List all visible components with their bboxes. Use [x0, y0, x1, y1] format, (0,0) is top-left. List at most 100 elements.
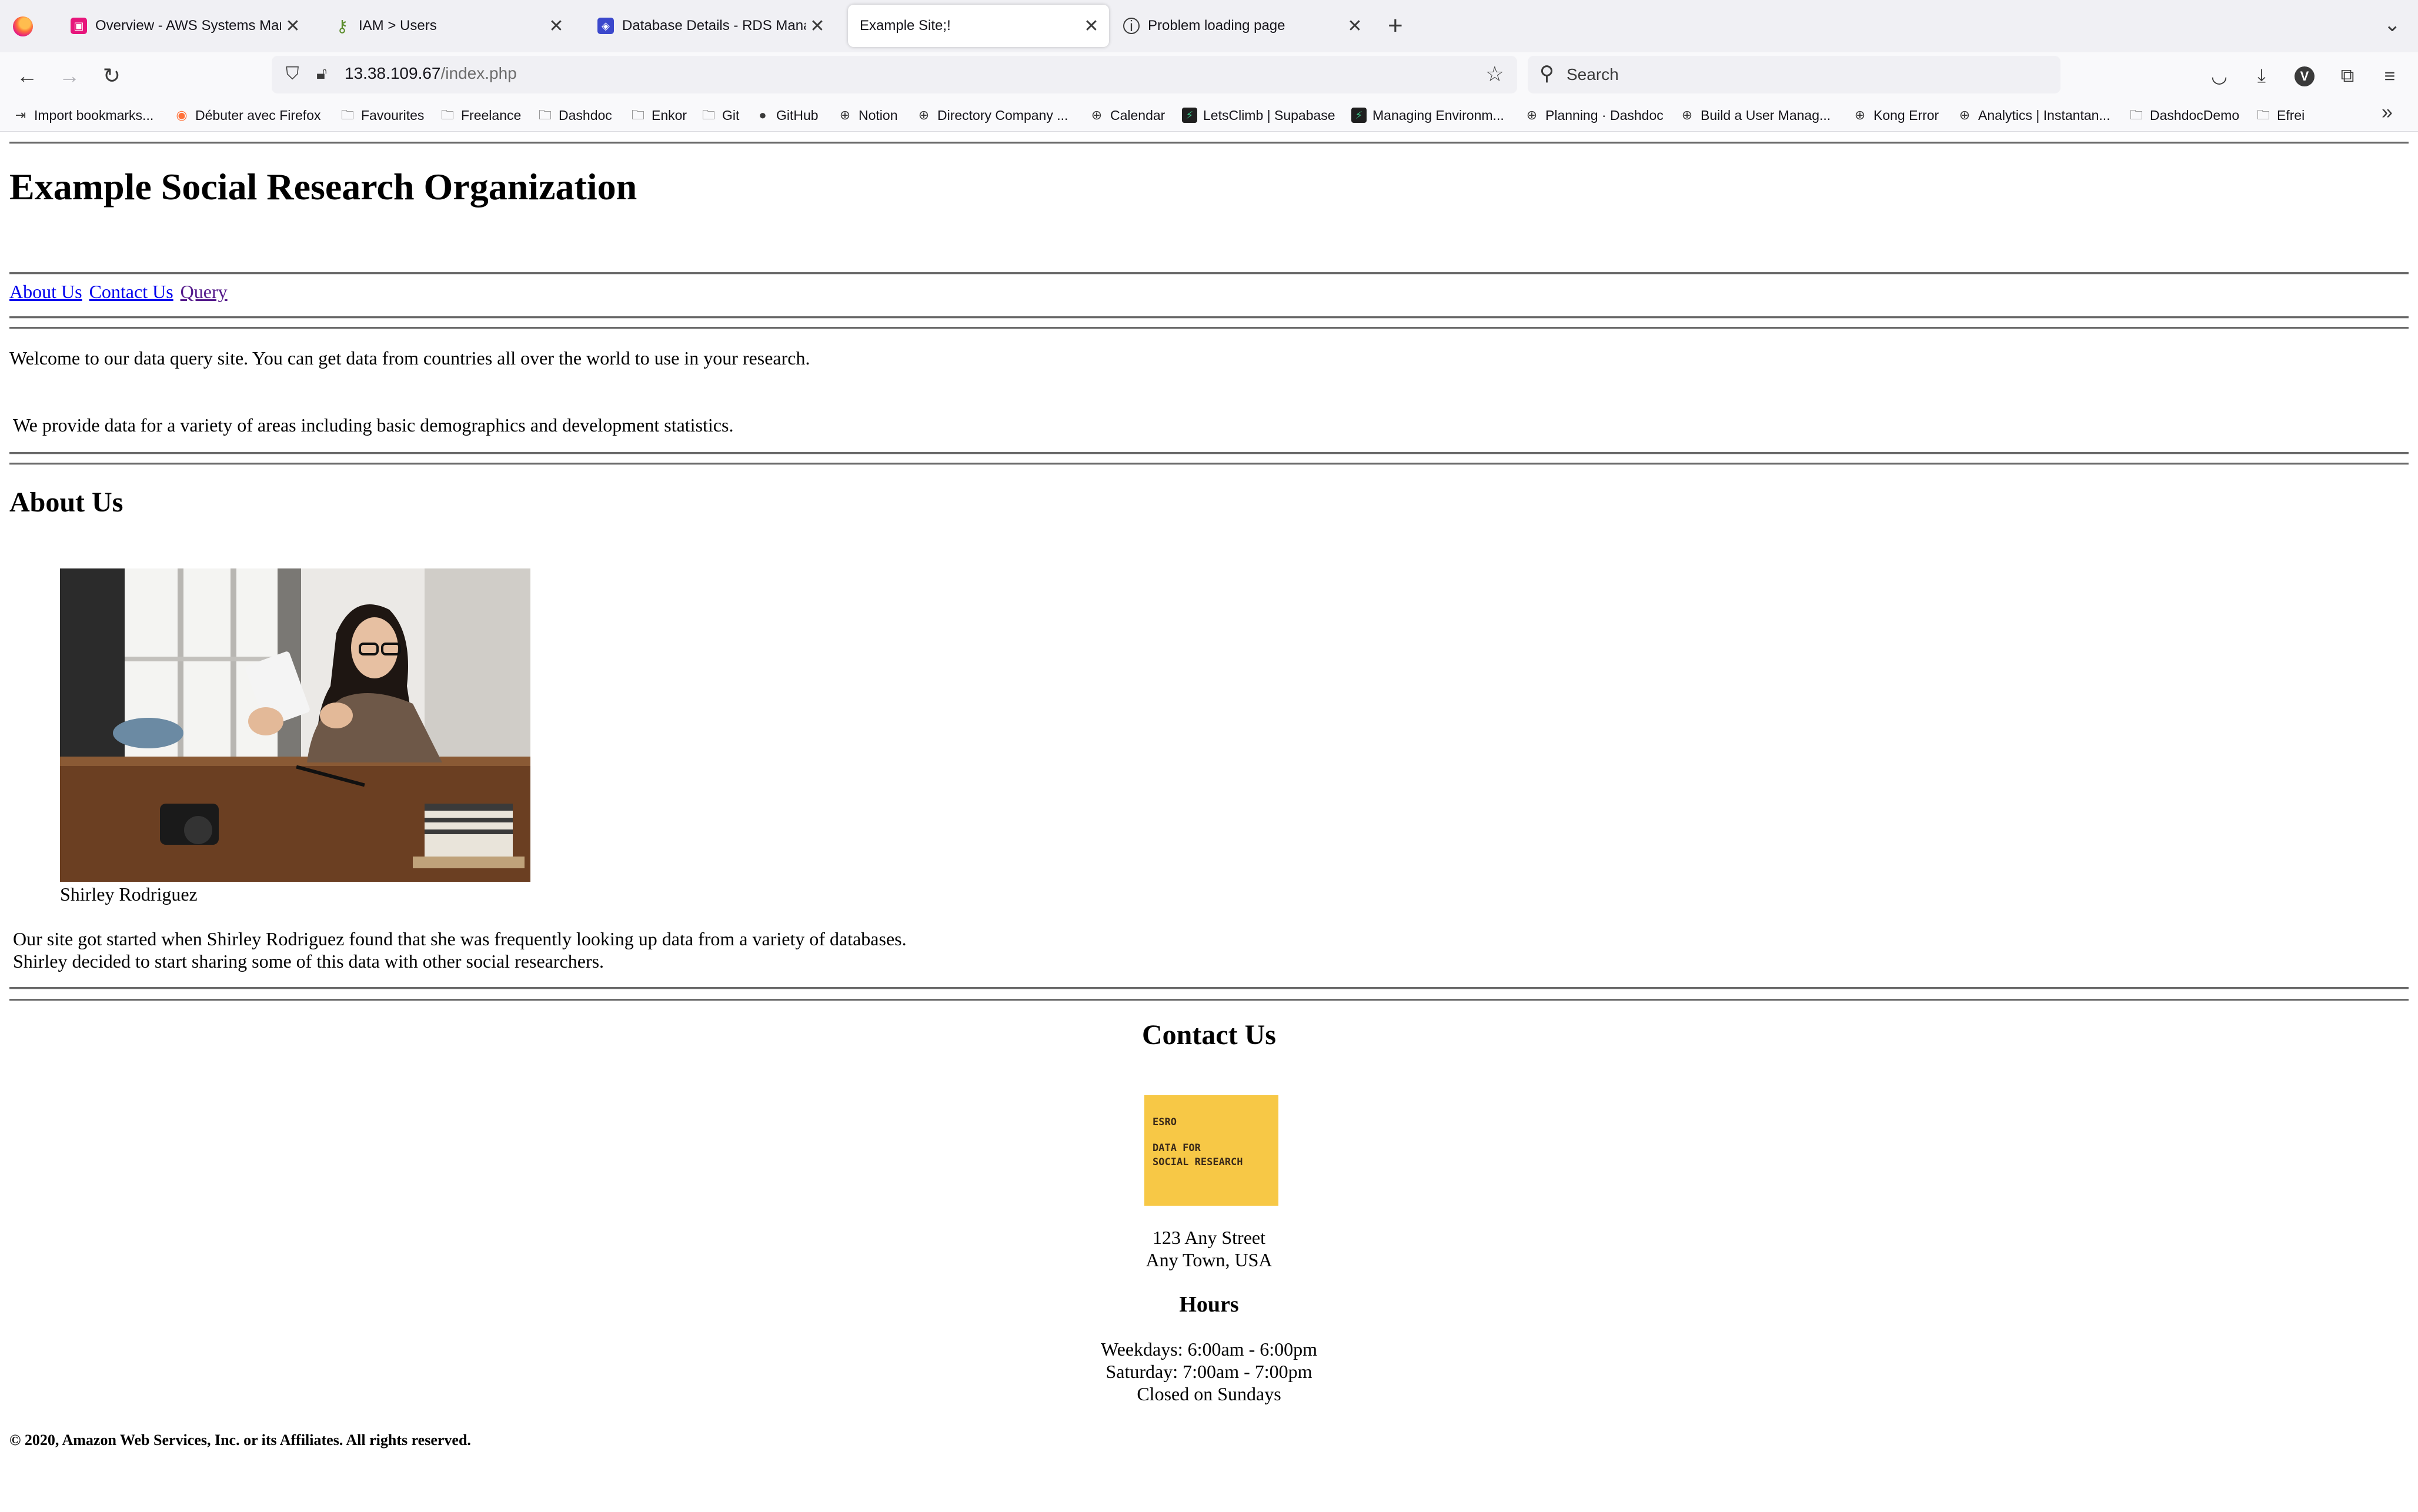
menu-hamburger-icon[interactable]: ≡ [2376, 62, 2404, 90]
reload-icon[interactable]: ↻ [96, 61, 127, 91]
supabase-icon: ⚡ [1351, 108, 1367, 123]
tab-aws-systems-manager[interactable]: ▣ Overview - AWS Systems Manag ✕ [59, 5, 310, 47]
bookmark-item[interactable]: 🗀 Efrei [2256, 105, 2305, 125]
close-icon[interactable]: ✕ [1343, 16, 1367, 36]
tab-example-site[interactable]: Example Site;! ✕ [848, 5, 1109, 47]
bookmark-star-icon[interactable]: ☆ [1485, 62, 1504, 86]
folder-icon: 🗀 [2256, 108, 2270, 122]
extensions-icon[interactable]: ⧉ [2333, 62, 2362, 90]
globe-icon: ⊕ [839, 108, 851, 122]
bookmark-label: LetsClimb | Supabase [1203, 107, 1335, 123]
photo-caption: Shirley Rodriguez [60, 884, 198, 905]
nav-link-about-us[interactable]: About Us [9, 281, 82, 302]
folder-icon: 🗀 [631, 108, 644, 122]
bookmark-item[interactable]: ⚡ Managing Environm... [1351, 105, 1504, 125]
bookmark-label: Enkor [652, 107, 687, 123]
search-icon: ⚲ [1539, 62, 1554, 85]
bookmark-item[interactable]: ⊕ Planning · Dashdoc [1524, 105, 1664, 125]
bookmark-label: Analytics | Instantan... [1978, 107, 2110, 123]
hours-sunday: Closed on Sundays [1137, 1383, 1281, 1404]
tab-title: Problem loading page [1148, 18, 1285, 34]
iam-key-icon: ⚷ [336, 16, 349, 35]
shield-icon[interactable]: ⛉ [286, 64, 299, 84]
divider [9, 327, 2409, 329]
bookmark-label: Freelance [461, 107, 522, 123]
back-arrow-icon[interactable]: ← [12, 61, 42, 91]
bookmark-label: Notion [859, 107, 898, 123]
close-icon[interactable]: ✕ [545, 16, 568, 36]
logo-text: SOCIAL RESEARCH [1153, 1156, 1243, 1168]
folder-icon: 🗀 [340, 108, 354, 122]
firefox-icon: ◉ [176, 108, 188, 122]
bookmark-item[interactable]: ⊕ Analytics | Instantan... [1957, 105, 2110, 125]
tab-problem-loading[interactable]: i Problem loading page ✕ [1111, 5, 1372, 47]
downloads-icon[interactable]: ⤓ [2247, 62, 2276, 90]
divider [9, 463, 2409, 465]
bookmark-item[interactable]: ⊕ Kong Error [1852, 105, 1939, 125]
folder-icon: 🗀 [538, 108, 552, 122]
url-path: /index.php [440, 64, 517, 82]
folder-icon: 🗀 [440, 108, 454, 122]
bookmark-item[interactable]: ⊕ Notion [837, 105, 898, 125]
bookmark-item[interactable]: ⊕ Directory Company ... [916, 105, 1068, 125]
info-circle-icon: i [1123, 17, 1140, 35]
bookmark-item[interactable]: ⊕ Calendar [1089, 105, 1165, 125]
tab-rds-database-details[interactable]: ◈ Database Details - RDS Manage ✕ [586, 5, 835, 47]
bookmark-label: Build a User Manag... [1701, 107, 1831, 123]
new-tab-button[interactable]: + [1388, 11, 1403, 41]
divider [9, 987, 2409, 989]
folder-icon: 🗀 [2129, 108, 2143, 122]
bookmark-label: Calendar [1110, 107, 1165, 123]
tab-bar: ▣ Overview - AWS Systems Manag ✕ ⚷ IAM >… [0, 0, 2418, 52]
address-line-2: Any Town, USA [1145, 1249, 1273, 1270]
forward-arrow-icon[interactable]: → [54, 61, 85, 91]
address-line-1: 123 Any Street [1153, 1227, 1265, 1248]
bookmark-item[interactable]: 🗀 Enkor [630, 105, 687, 125]
bookmarks-overflow-chevron-icon[interactable]: » [2382, 101, 2393, 124]
bookmark-item[interactable]: ⊕ Build a User Manag... [1679, 105, 1831, 125]
close-icon[interactable]: ✕ [1080, 16, 1103, 36]
globe-icon: ⊕ [1854, 108, 1866, 122]
welcome-text: Welcome to our data query site. You can … [9, 347, 810, 369]
tab-iam-users[interactable]: ⚷ IAM > Users ✕ [322, 5, 574, 47]
esro-logo: ESRO DATA FOR SOCIAL RESEARCH [1144, 1095, 1278, 1206]
about-us-heading: About Us [9, 487, 123, 518]
bookmark-item[interactable]: 🗀 DashdocDemo [2129, 105, 2239, 125]
logo-text: ESRO [1153, 1116, 1177, 1128]
insecure-lock-icon[interactable]: 🔓︎ [316, 64, 327, 83]
address-bar[interactable]: ⛉ 🔓︎ 13.38.109.67/index.php ☆ [272, 56, 1517, 93]
account-avatar[interactable]: V [2295, 66, 2315, 86]
pocket-icon[interactable]: ◡ [2205, 62, 2233, 90]
aws-systems-manager-icon: ▣ [71, 18, 87, 34]
url-text[interactable]: 13.38.109.67/index.php [345, 64, 517, 83]
tab-title: Database Details - RDS Manage [622, 18, 806, 34]
bookmark-label: Git [722, 107, 740, 123]
bookmark-label: Favourites [361, 107, 425, 123]
about-text-line-2: Shirley decided to start sharing some of… [13, 951, 604, 972]
bookmark-item[interactable]: 🗀 Favourites [340, 105, 424, 125]
tab-title: Overview - AWS Systems Manag [95, 18, 281, 34]
bookmark-item[interactable]: 🗀 Dashdoc [537, 105, 612, 125]
bookmark-item[interactable]: ● GitHub [755, 105, 818, 125]
bookmark-item[interactable]: 🗀 Git [701, 105, 739, 125]
firefox-view-icon[interactable] [13, 16, 33, 36]
bookmark-item[interactable]: ◉ Débuter avec Firefox [174, 105, 320, 125]
bookmark-label: Kong Error [1873, 107, 1939, 123]
bookmark-item[interactable]: ⚡ LetsClimb | Supabase [1182, 105, 1335, 125]
bookmark-label: Directory Company ... [937, 107, 1068, 123]
search-bar[interactable]: ⚲ Search [1528, 56, 2060, 93]
close-icon[interactable]: ✕ [281, 16, 305, 36]
list-all-tabs-chevron-icon[interactable]: ⌄ [2384, 13, 2401, 36]
supabase-icon: ⚡ [1182, 108, 1197, 123]
bookmark-item[interactable]: 🗀 Freelance [440, 105, 521, 125]
founder-photo [60, 568, 530, 882]
site-nav: About Us Contact Us Query [9, 281, 230, 303]
hours-heading: Hours [1179, 1292, 1239, 1317]
nav-link-contact-us[interactable]: Contact Us [89, 281, 173, 302]
divider [9, 142, 2409, 144]
divider [9, 272, 2409, 275]
close-icon[interactable]: ✕ [806, 16, 829, 36]
bookmark-item[interactable]: ⇥ Import bookmarks... [13, 105, 153, 125]
nav-link-query[interactable]: Query [181, 281, 228, 302]
page-title: Example Social Research Organization [9, 166, 637, 208]
